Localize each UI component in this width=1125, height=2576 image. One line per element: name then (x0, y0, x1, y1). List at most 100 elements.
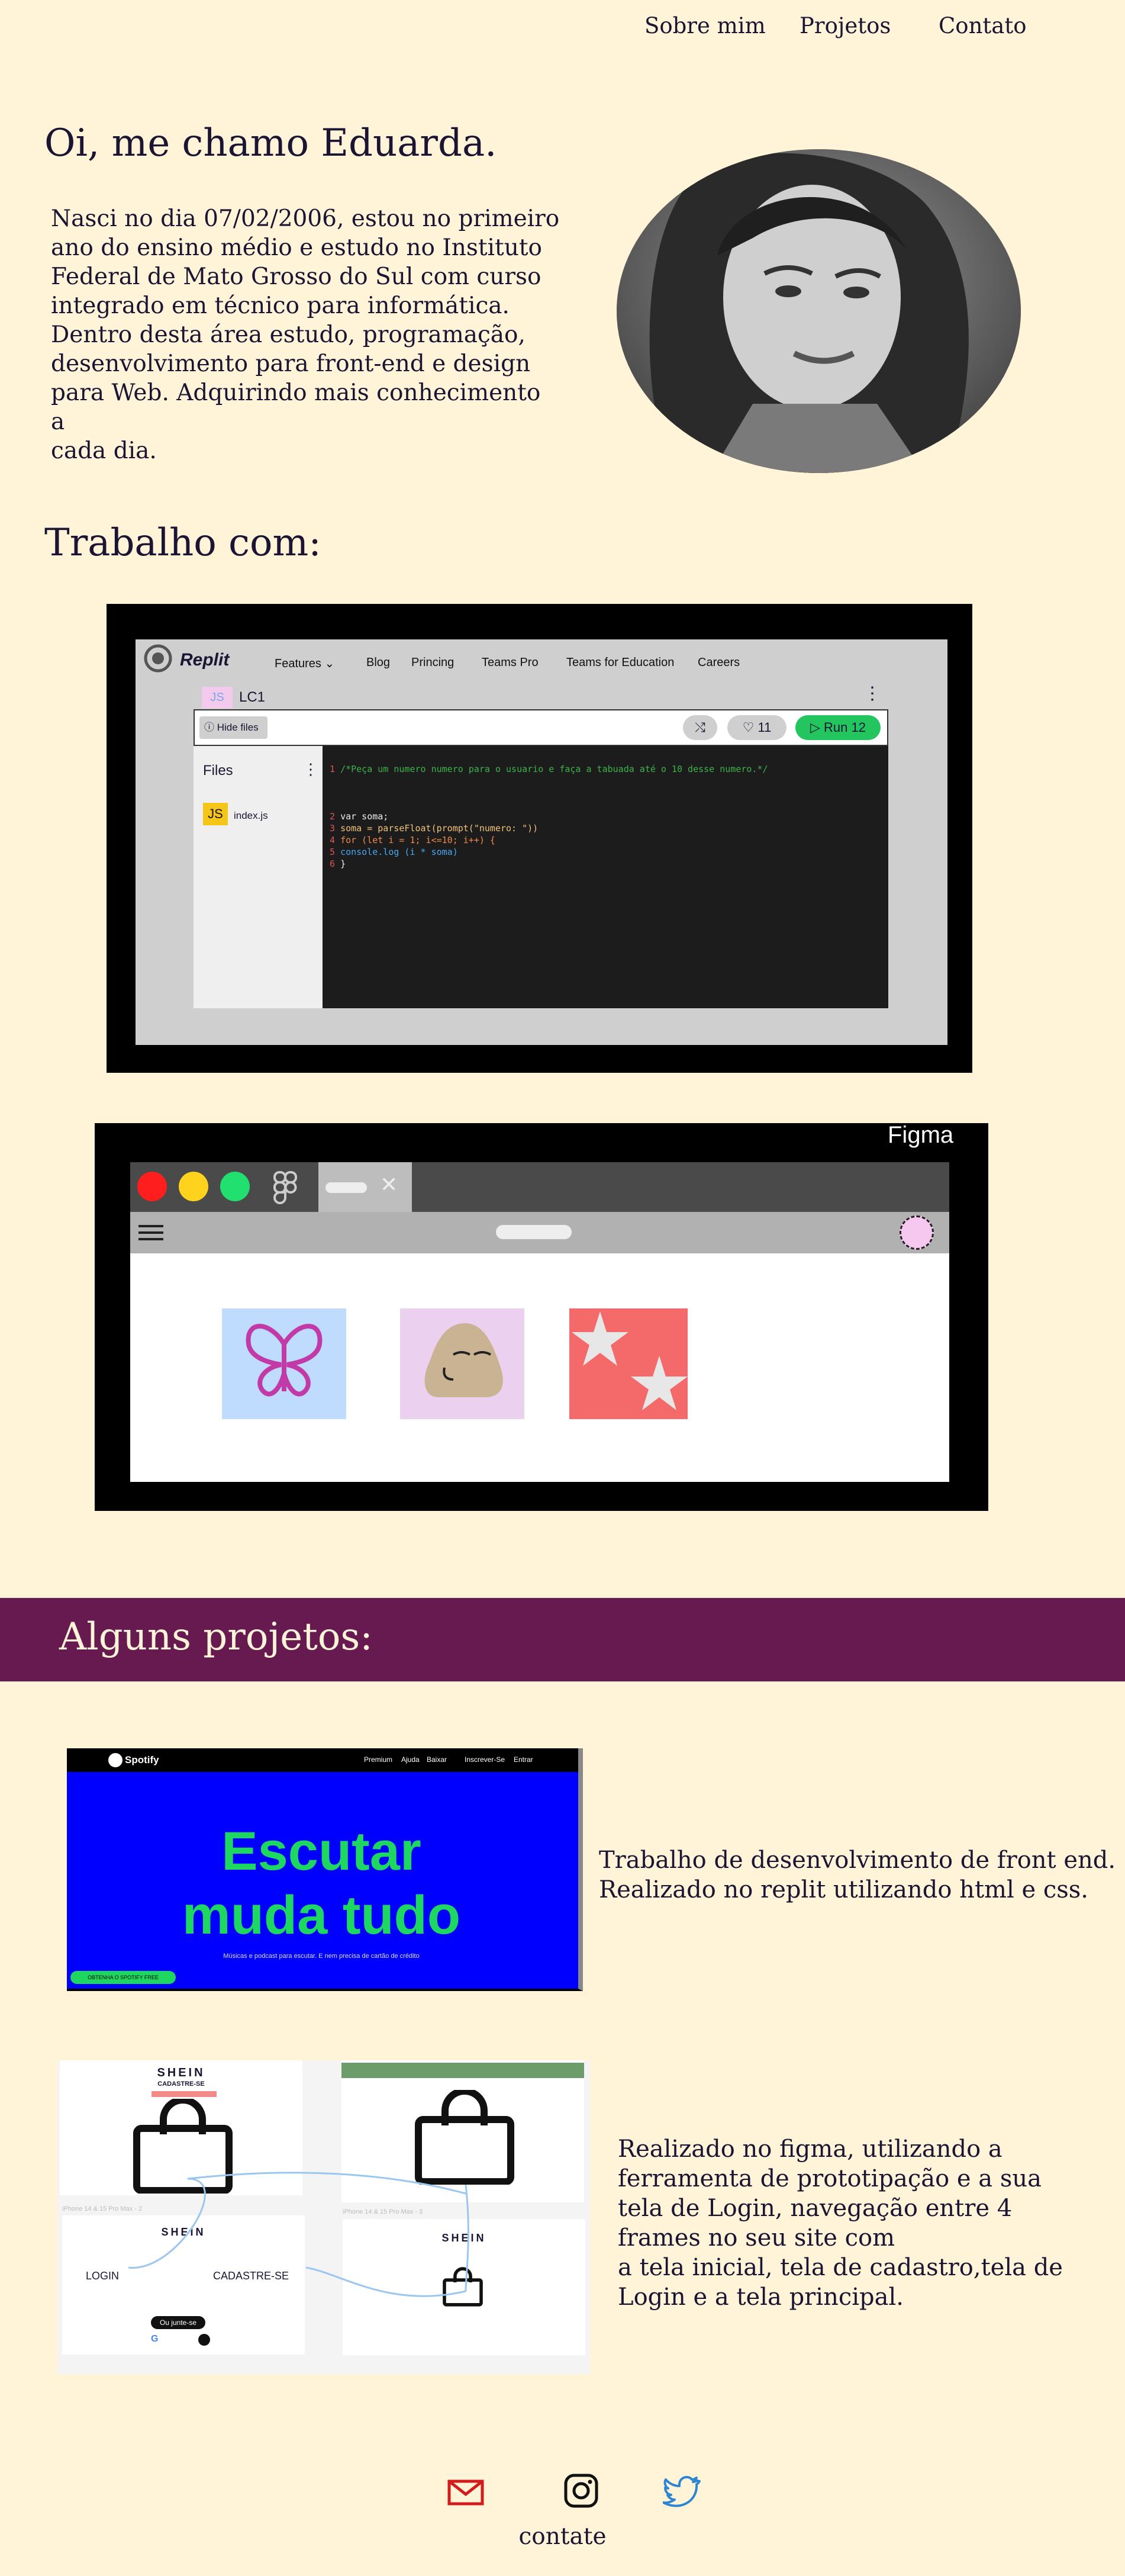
line-number: 2 (330, 811, 336, 822)
replit-menu-blog[interactable]: Blog (366, 656, 390, 670)
files-panel: Files ⋮ JS index.js (194, 746, 323, 1008)
run-button[interactable]: ▷ Run 12 (795, 715, 881, 740)
code-text: for (let i = 1; i<=10; i++) { (340, 835, 495, 845)
nav-link-about[interactable]: Sobre mim (644, 13, 766, 38)
hero-bio: Nasci no dia 07/02/2006, estou no primei… (51, 204, 560, 465)
user-avatar[interactable] (900, 1215, 934, 1250)
contact-label: contate (518, 2523, 607, 2550)
line-number: 3 (330, 823, 336, 834)
butterfly-thumbnail[interactable] (222, 1308, 346, 1419)
close-icon[interactable]: ✕ (380, 1173, 398, 1197)
spotify-headline-line: Escutar (221, 1821, 421, 1882)
window-maximize-dot[interactable] (220, 1172, 250, 1201)
stars-thumbnail[interactable] (569, 1308, 688, 1419)
description-line: ferramenta de prototipação e a sua (618, 2165, 1042, 2192)
description-line: Realizado no figma, utilizando a (618, 2136, 1002, 2163)
figma-app-window: ✕ (130, 1162, 949, 1482)
hero-title: Oi, me chamo Eduarda. (44, 121, 497, 165)
nav-link-projects[interactable]: Projetos (800, 13, 891, 38)
code-line: 1 /*Peça um numero numero para o usuario… (330, 764, 768, 774)
description-line: frames no seu site com (618, 2224, 895, 2252)
spotify-project-thumbnail[interactable]: Spotify Premium Ajuda Baixar Inscrever-S… (67, 1748, 583, 1991)
figma-toolbar (130, 1212, 949, 1253)
file-name-placeholder (496, 1225, 572, 1239)
figma-tab[interactable]: ✕ (318, 1162, 412, 1212)
figma-project-description: Realizado no figma, utilizando a ferrame… (618, 2134, 1063, 2312)
files-menu-icon[interactable]: ⋮ (303, 760, 318, 779)
run-label: Run 12 (824, 720, 866, 735)
hero-bio-line: Federal de Mato Grosso do Sul com curso (51, 263, 541, 290)
code-text: soma = parseFloat(prompt("numero: ")) (340, 823, 539, 834)
butterfly-icon (246, 1324, 323, 1397)
star-icon (572, 1311, 688, 1410)
code-line: 3 soma = parseFloat(prompt("numero: ")) (330, 823, 538, 834)
code-line: 4 for (let i = 1; i<=10; i++) { (330, 835, 495, 845)
replit-menu-features[interactable]: Features ⌄ (275, 656, 334, 671)
hero-bio-line: ano do ensino médio e estudo no Institut… (51, 234, 542, 261)
spotify-menu-item: Entrar (514, 1755, 533, 1764)
replit-menu-label: Features (275, 657, 321, 670)
description-line: tela de Login, navegação entre 4 (618, 2195, 1013, 2222)
replit-menu-pricing[interactable]: Princing (411, 656, 454, 670)
instagram-icon[interactable] (562, 2472, 600, 2510)
replit-logo-icon (144, 644, 172, 673)
replit-screenshot: Replit Features ⌄ Blog Princing Teams Pr… (136, 639, 947, 1045)
prototype-connections (128, 2172, 469, 2297)
code-line: 2 var soma; (330, 811, 388, 822)
line-number: 5 (330, 847, 336, 857)
profile-photo (617, 149, 1021, 473)
description-line: Trabalho de desenvolvimento de front end… (599, 1847, 1116, 1874)
window-close-dot[interactable] (137, 1172, 167, 1201)
hero-bio-line: para Web. Adquirindo mais conhecimento a (51, 380, 541, 435)
twitter-icon[interactable] (662, 2472, 701, 2510)
more-options-icon[interactable]: ⋮ (863, 683, 881, 704)
work-title: Trabalho com: (44, 521, 321, 565)
code-line: 5 console.log (i * soma) (330, 847, 458, 857)
line-number: 4 (330, 835, 336, 845)
hero-bio-line: desenvolvimento para front-end e design (51, 350, 531, 377)
window-minimize-dot[interactable] (179, 1172, 208, 1201)
hero-bio-line: integrado em técnico para informática. (51, 292, 510, 319)
spotify-cta-button: OBTENHA O SPOTIFY FREE (70, 1971, 176, 1984)
spotify-navbar: Spotify Premium Ajuda Baixar Inscrever-S… (67, 1748, 578, 1772)
pou-thumbnail[interactable] (400, 1308, 524, 1419)
figma-prototype-thumbnail[interactable]: SHEIN CADASTRE-SE iPhone 14 & 15 Pro Max… (57, 2060, 590, 2374)
description-line: a tela inicial, tela de cadastro,tela de (618, 2254, 1063, 2281)
description-line: Login e a tela principal. (618, 2284, 904, 2311)
heart-icon: ♡ (742, 720, 755, 735)
email-icon[interactable] (447, 2473, 485, 2511)
replit-logo-text: Replit (180, 650, 230, 670)
like-count: 11 (757, 720, 772, 735)
hero-bio-line: cada dia. (51, 438, 157, 464)
code-text: console.log (i * soma) (340, 847, 458, 857)
spotify-menu-item: Ajuda (401, 1755, 420, 1764)
spotify-logo-icon (108, 1753, 123, 1767)
replit-menu-teams-pro[interactable]: Teams Pro (482, 656, 539, 670)
nav-link-contact[interactable]: Contato (939, 13, 1027, 38)
figma-brand-label: Figma (888, 1122, 954, 1148)
file-item-index-js[interactable]: index.js (234, 810, 268, 822)
hide-files-label: Hide files (217, 722, 259, 733)
js-file-icon: JS (203, 803, 228, 825)
repl-name: LC1 (239, 689, 266, 705)
pou-icon (424, 1323, 503, 1397)
shuffle-icon[interactable]: ⤭ (683, 715, 717, 740)
spotify-menu-item: Premium (364, 1755, 393, 1764)
spotify-subtitle: Músicas e podcast para escutar. E nem pr… (223, 1953, 420, 1960)
code-text: } (340, 858, 346, 869)
like-button[interactable]: ♡ 11 (727, 715, 786, 740)
line-number: 1 (330, 764, 336, 774)
info-icon: ⓘ (204, 722, 214, 733)
hamburger-menu-icon[interactable] (138, 1220, 163, 1245)
spotify-headline-line: muda tudo (182, 1885, 461, 1945)
repl-toolbar: ⓘ Hide files ⤭ ♡ 11 ▷ Run 12 (194, 709, 888, 746)
code-editor[interactable]: 1 /*Peça um numero numero para o usuario… (323, 746, 888, 1008)
replit-menu-teams-education[interactable]: Teams for Education (566, 656, 674, 670)
files-title: Files (203, 763, 233, 779)
tab-title-placeholder (325, 1182, 367, 1193)
spotify-menu-item: Baixar (427, 1755, 447, 1764)
spotify-headline: Escutar muda tudo (67, 1819, 576, 1947)
replit-menu-careers[interactable]: Careers (698, 656, 740, 670)
hide-files-button[interactable]: ⓘ Hide files (199, 716, 267, 739)
chevron-down-icon: ⌄ (324, 657, 335, 670)
